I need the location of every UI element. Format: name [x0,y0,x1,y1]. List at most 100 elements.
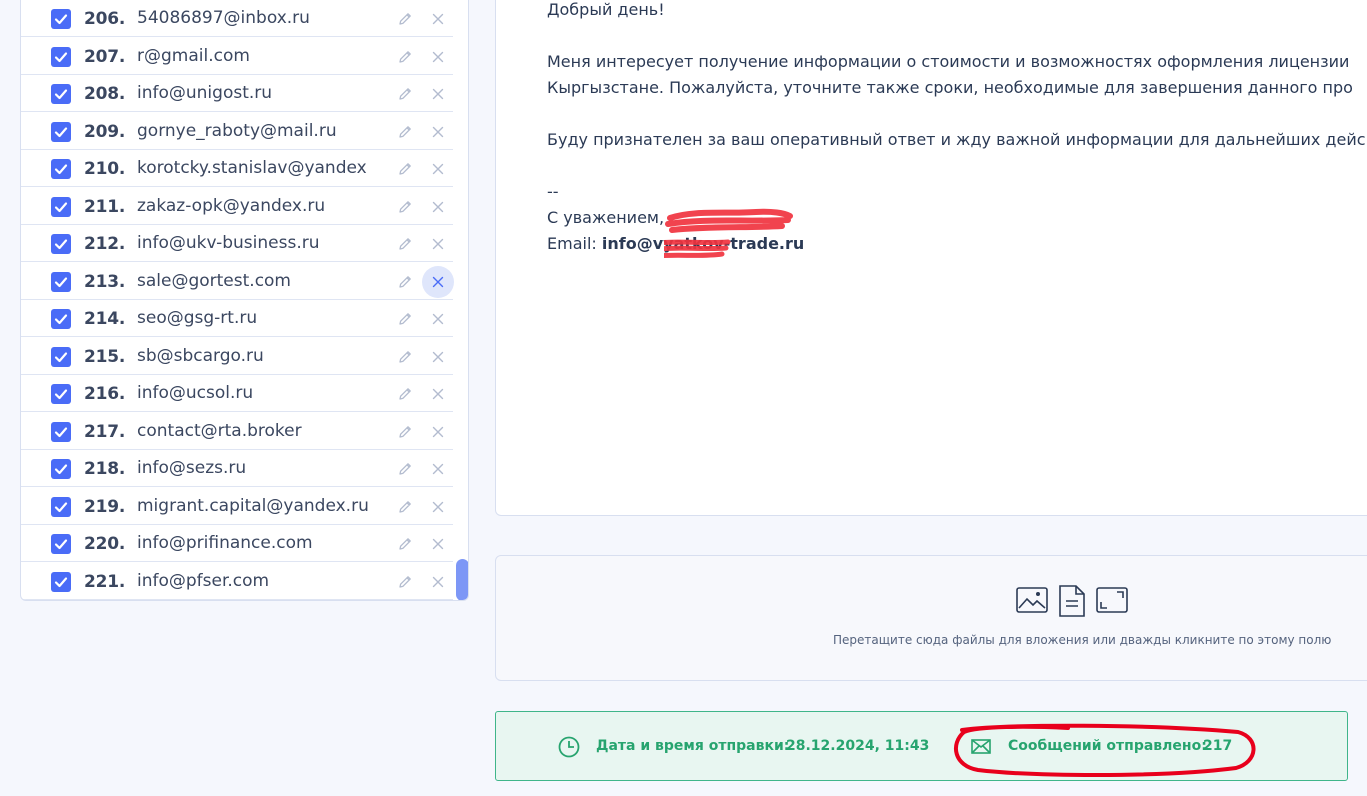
close-icon [432,351,444,362]
message-paragraph-2: Буду признателен за ваш оперативный отве… [547,130,1366,149]
recipient-email: info@ukv-business.ru [137,233,320,253]
edit-icon[interactable] [397,274,413,290]
delete-button[interactable] [422,153,454,185]
delete-button[interactable] [422,78,454,110]
close-icon [432,463,444,475]
recipient-checkbox[interactable] [51,534,71,554]
recipient-number: 209. [84,121,126,142]
checkmark-icon [54,276,68,287]
recipient-checkbox[interactable] [51,496,71,517]
edit-icon[interactable] [397,199,413,215]
recipient-row[interactable]: 218. info@sezs.ru [21,450,453,487]
delete-button[interactable] [422,265,454,298]
delete-button[interactable] [422,191,454,223]
edit-icon[interactable] [397,536,413,552]
recipient-checkbox[interactable] [51,421,71,442]
recipient-row[interactable]: 221. info@pfser.com [21,563,453,600]
checkmark-icon [54,126,68,137]
sent-time-value: 28.12.2024, 11:43 [786,738,930,754]
recipient-list-scrollbar[interactable] [455,0,468,600]
recipient-row[interactable]: 219. migrant.capital@yandex.ru [21,488,453,525]
checkmark-icon [54,539,68,550]
recipient-row[interactable]: 215. sb@sbcargo.ru [21,338,453,375]
recipient-row[interactable]: 206. 54086897@inbox.ru [21,0,453,37]
recipient-row[interactable]: 214. seo@gsg-rt.ru [21,300,453,337]
delete-button[interactable] [422,303,454,335]
recipient-row[interactable]: 212. info@ukv-business.ru [21,225,453,262]
message-body-panel[interactable]: Добрый день! Меня интересует получение и… [495,0,1367,516]
image-icon[interactable] [1016,587,1048,613]
edit-icon[interactable] [397,386,413,402]
recipient-number: 219. [84,496,126,517]
edit-icon[interactable] [397,124,413,140]
edit-icon[interactable] [397,349,413,365]
recipient-row[interactable]: 211. zakaz-opk@yandex.ru [21,188,453,225]
checkmark-icon [54,164,68,175]
delete-button[interactable] [422,566,454,598]
recipient-checkbox[interactable] [51,459,71,479]
edit-icon[interactable] [397,49,413,65]
delete-button[interactable] [422,341,454,373]
recipient-checkbox[interactable] [51,346,71,367]
close-icon [432,501,444,512]
recipient-email: info@prifinance.com [137,533,313,553]
recipient-checkbox[interactable] [51,271,71,292]
edit-icon[interactable] [397,424,413,440]
recipient-checkbox[interactable] [51,234,71,254]
recipient-checkbox[interactable] [51,196,71,217]
recipient-row[interactable]: 209. gornye_raboty@mail.ru [21,113,453,150]
checkmark-icon [54,51,68,62]
recipient-row[interactable]: 220. info@prifinance.com [21,525,453,562]
recipient-checkbox[interactable] [51,84,71,104]
recipient-number: 208. [84,84,126,104]
recipient-checkbox[interactable] [51,121,71,142]
checkmark-icon [54,89,68,100]
recipient-row[interactable]: 208. info@unigost.ru [21,75,453,112]
recipient-row[interactable]: 210. korotcky.stanislav@yandex [21,150,453,187]
edit-icon[interactable] [397,161,413,177]
recipient-email: info@unigost.ru [137,83,273,103]
edit-icon[interactable] [397,86,413,102]
delete-button[interactable] [422,41,454,73]
delete-button[interactable] [422,116,454,148]
recipient-checkbox[interactable] [51,384,71,404]
annotation-ellipse [954,723,1256,777]
edit-icon[interactable] [397,461,413,477]
recipient-number: 206. [84,9,126,29]
delete-button[interactable] [422,416,454,448]
edit-icon[interactable] [397,574,413,590]
recipient-checkbox[interactable] [51,309,71,329]
recipient-row[interactable]: 216. info@ucsol.ru [21,375,453,412]
close-icon [432,126,444,137]
recipient-number: 221. [84,571,126,592]
delete-button[interactable] [422,378,454,410]
expand-icon[interactable] [1096,587,1128,613]
checkmark-icon [54,576,68,587]
delete-button[interactable] [422,528,454,560]
delete-button[interactable] [422,3,454,35]
document-icon[interactable] [1059,585,1085,617]
signature-email-label: Email: [547,234,597,253]
attachment-drop-zone[interactable]: Перетащите сюда файлы для вложения или д… [495,555,1367,681]
recipient-checkbox[interactable] [51,571,71,592]
scrollbar-thumb[interactable] [456,559,468,600]
delete-button[interactable] [422,228,454,260]
recipient-checkbox[interactable] [51,46,71,67]
checkmark-icon [54,426,68,437]
checkmark-icon [54,389,68,400]
recipient-row[interactable]: 217. contact@rta.broker [21,413,453,450]
edit-icon[interactable] [397,11,413,27]
delete-button[interactable] [422,453,454,485]
recipient-checkbox[interactable] [51,159,71,179]
recipient-row[interactable]: 213. sale@gortest.com [21,263,454,300]
recipient-checkbox[interactable] [51,9,71,29]
edit-icon[interactable] [397,311,413,327]
recipient-row[interactable]: 207. r@gmail.com [21,38,453,75]
close-icon [432,51,444,62]
checkmark-icon [54,501,68,512]
close-icon [432,426,444,437]
edit-icon[interactable] [397,236,413,252]
close-icon [432,388,444,400]
delete-button[interactable] [422,491,454,523]
edit-icon[interactable] [397,499,413,515]
